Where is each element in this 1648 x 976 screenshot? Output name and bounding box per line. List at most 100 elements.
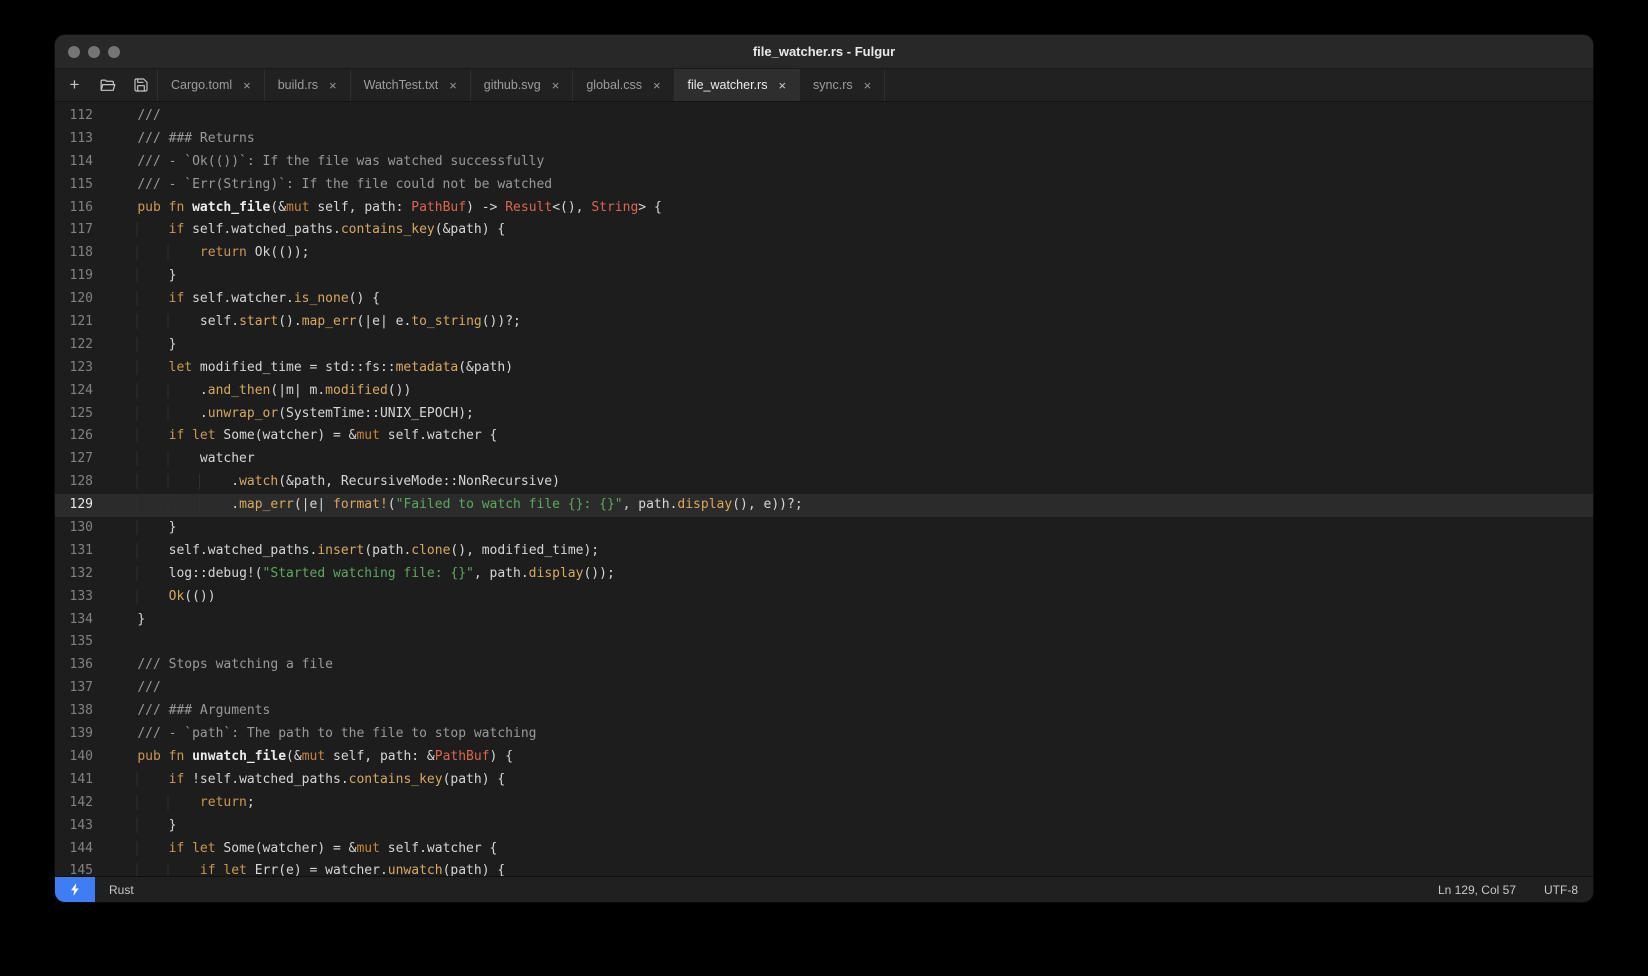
line-content: Ok(()): [106, 586, 216, 609]
code-line: 138 /// ### Arguments: [55, 700, 1593, 723]
code-line: 142 return;: [55, 792, 1593, 815]
line-number: 142: [55, 792, 93, 815]
code-area[interactable]: 112 ///113 /// ### Returns114 /// - `Ok(…: [55, 102, 1593, 876]
code-line: 119 }: [55, 265, 1593, 288]
tab-watchtest-txt[interactable]: WatchTest.txt×: [350, 69, 470, 101]
code-line: 115 /// - `Err(String)`: If the file cou…: [55, 174, 1593, 197]
code-line: 126 if let Some(watcher) = &mut self.wat…: [55, 425, 1593, 448]
line-number: 112: [55, 105, 93, 128]
line-content: /// Stops watching a file: [106, 654, 333, 677]
status-right: Ln 129, Col 57 UTF-8: [1438, 883, 1578, 897]
save-icon[interactable]: [124, 69, 157, 101]
line-content: /// - `Ok(())`: If the file was watched …: [106, 151, 544, 174]
tab-close-icon[interactable]: ×: [329, 78, 337, 93]
line-content: .map_err(|e| format!("Failed to watch fi…: [106, 494, 803, 517]
line-content: log::debug!("Started watching file: {}",…: [106, 563, 615, 586]
tab-build-rs[interactable]: build.rs ×: [264, 69, 350, 101]
line-content: if let Some(watcher) = &mut self.watcher…: [106, 425, 497, 448]
line-content: /// ### Returns: [106, 128, 255, 151]
code-line: 133 Ok(()): [55, 586, 1593, 609]
tab-label: github.svg: [484, 78, 541, 92]
encoding-indicator[interactable]: UTF-8: [1544, 883, 1578, 897]
line-number: 127: [55, 448, 93, 471]
code-line: 139 /// - `path`: The path to the file t…: [55, 723, 1593, 746]
line-number: 133: [55, 586, 93, 609]
tab-close-icon[interactable]: ×: [449, 78, 457, 93]
close-button[interactable]: [68, 46, 80, 58]
code-line: 129 .map_err(|e| format!("Failed to watc…: [55, 494, 1593, 517]
tab-label: sync.rs: [813, 78, 853, 92]
line-number: 134: [55, 609, 93, 632]
zoom-button[interactable]: [108, 46, 120, 58]
line-content: pub fn unwatch_file(&mut self, path: &Pa…: [106, 746, 513, 769]
code-line: 122 }: [55, 334, 1593, 357]
line-number: 139: [55, 723, 93, 746]
tab-cargo-toml[interactable]: Cargo.toml ×: [157, 69, 264, 101]
tab-close-icon[interactable]: ×: [864, 78, 872, 93]
language-indicator[interactable]: Rust: [109, 883, 134, 897]
window-controls: [68, 46, 120, 58]
line-content: return Ok(());: [106, 242, 310, 265]
tab-global-css[interactable]: global.css ×: [572, 69, 673, 101]
tab-github-svg[interactable]: github.svg ×: [470, 69, 573, 101]
line-number: 132: [55, 563, 93, 586]
code-line: 136 /// Stops watching a file: [55, 654, 1593, 677]
line-content: let modified_time = std::fs::metadata(&p…: [106, 357, 513, 380]
code-line: 145 if let Err(e) = watcher.unwatch(path…: [55, 860, 1593, 876]
code-line: 121 self.start().map_err(|e| e.to_string…: [55, 311, 1593, 334]
line-content: if self.watcher.is_none() {: [106, 288, 380, 311]
tab-file-watcher-rs[interactable]: file_watcher.rs×: [674, 69, 800, 101]
tab-close-icon[interactable]: ×: [778, 78, 786, 93]
code-line: 114 /// - `Ok(())`: If the file was watc…: [55, 151, 1593, 174]
tab-label: global.css: [586, 78, 642, 92]
open-folder-icon[interactable]: [91, 69, 124, 101]
code-line: 125 .unwrap_or(SystemTime::UNIX_EPOCH);: [55, 403, 1593, 426]
code-line: 120 if self.watcher.is_none() {: [55, 288, 1593, 311]
status-bar: Rust Ln 129, Col 57 UTF-8: [55, 876, 1593, 902]
line-number: 123: [55, 357, 93, 380]
tab-bar: + Cargo.toml×build.rs×WatchTest.txt×gith…: [55, 69, 1593, 102]
line-content: ///: [106, 677, 161, 700]
line-content: return;: [106, 792, 255, 815]
line-content: .watch(&path, RecursiveMode::NonRecursiv…: [106, 471, 560, 494]
cursor-position[interactable]: Ln 129, Col 57: [1438, 883, 1516, 897]
code-line: 131 self.watched_paths.insert(path.clone…: [55, 540, 1593, 563]
tab-label: build.rs: [278, 78, 318, 92]
code-line: 113 /// ### Returns: [55, 128, 1593, 151]
line-number: 141: [55, 769, 93, 792]
code-line: 124 .and_then(|m| m.modified()): [55, 380, 1593, 403]
tab-close-icon[interactable]: ×: [243, 78, 251, 93]
line-number: 124: [55, 380, 93, 403]
tab-sync-rs[interactable]: sync.rs ×: [799, 69, 885, 101]
line-number: 125: [55, 403, 93, 426]
tab-toolbar: +: [55, 69, 157, 101]
line-number: 137: [55, 677, 93, 700]
code-line: 132 log::debug!("Started watching file: …: [55, 563, 1593, 586]
line-number: 122: [55, 334, 93, 357]
new-file-icon[interactable]: +: [58, 69, 91, 101]
line-number: 120: [55, 288, 93, 311]
line-number: 145: [55, 860, 93, 876]
line-number: 128: [55, 471, 93, 494]
tab-close-icon[interactable]: ×: [552, 78, 560, 93]
line-content: watcher: [106, 448, 255, 471]
line-number: 136: [55, 654, 93, 677]
line-content: }: [106, 815, 176, 838]
line-content: pub fn watch_file(&mut self, path: PathB…: [106, 197, 662, 220]
line-content: }: [106, 334, 176, 357]
line-number: 117: [55, 219, 93, 242]
tab-label: Cargo.toml: [171, 78, 232, 92]
line-content: ///: [106, 105, 161, 128]
code-line: 118 return Ok(());: [55, 242, 1593, 265]
line-content: if let Some(watcher) = &mut self.watcher…: [106, 838, 497, 861]
tab-close-icon[interactable]: ×: [653, 78, 661, 93]
code-line: 140 pub fn unwatch_file(&mut self, path:…: [55, 746, 1593, 769]
line-number: 114: [55, 151, 93, 174]
line-content: }: [106, 265, 176, 288]
line-content: }: [106, 517, 176, 540]
minimize-button[interactable]: [88, 46, 100, 58]
window-title: file_watcher.rs - Fulgur: [55, 44, 1593, 59]
line-number: 130: [55, 517, 93, 540]
line-number: 131: [55, 540, 93, 563]
line-number: 138: [55, 700, 93, 723]
